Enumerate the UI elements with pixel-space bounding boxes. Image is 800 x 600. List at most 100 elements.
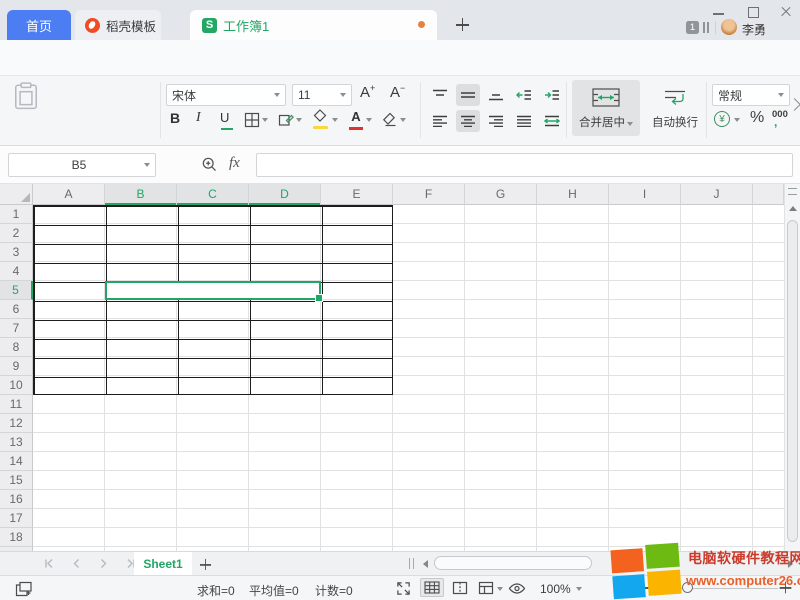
column-header-J[interactable]: J [681,184,753,205]
percent-style-button[interactable]: % [750,109,764,127]
zoom-slider-handle[interactable] [682,582,693,593]
font-size-select[interactable]: 11 [292,84,352,106]
minimize-button[interactable] [712,5,726,19]
row-header-6[interactable]: 6 [0,300,33,319]
column-header-G[interactable]: G [465,184,537,205]
doc-count-badge[interactable]: 1 [686,21,699,34]
row-header-18[interactable]: 18 [0,528,33,547]
scroll-right-icon[interactable] [788,560,793,568]
fill-color-caret-icon[interactable] [332,118,338,122]
column-header-C[interactable]: C [177,184,249,205]
column-header-E[interactable]: E [321,184,393,205]
formula-input[interactable] [256,153,793,177]
row-header-3[interactable]: 3 [0,243,33,262]
row-header-4[interactable]: 4 [0,262,33,281]
column-header-H[interactable]: H [537,184,609,205]
tab-workbook[interactable]: S 工作簿1 [190,10,437,40]
clear-format-icon[interactable] [382,112,398,127]
add-sheet-button[interactable] [200,559,211,570]
row-header-13[interactable]: 13 [0,433,33,452]
page-layout-view-icon[interactable] [478,581,495,596]
first-sheet-icon[interactable] [44,558,55,569]
avatar[interactable] [721,19,737,35]
close-button[interactable] [779,5,793,19]
maximize-button[interactable] [746,5,760,19]
column-header-I[interactable]: I [609,184,681,205]
zoom-caret-icon[interactable] [576,587,582,591]
italic-button[interactable]: I [196,110,201,126]
draw-border-caret-icon[interactable] [296,118,302,122]
hscroll-split-icon[interactable] [409,558,415,569]
row-header-7[interactable]: 7 [0,319,33,338]
normal-view-button[interactable] [420,578,444,597]
justify-button[interactable] [512,110,536,132]
user-name[interactable]: 李勇 [742,21,766,38]
currency-icon[interactable]: ¥ [714,111,730,127]
column-header-B[interactable]: B [105,184,177,205]
row-header-17[interactable]: 17 [0,509,33,528]
increase-indent-button[interactable] [540,84,564,106]
selection-merged-cell[interactable] [105,281,321,300]
row-header-14[interactable]: 14 [0,452,33,471]
row-header-12[interactable]: 12 [0,414,33,433]
next-sheet-icon[interactable] [98,558,109,569]
row-header-16[interactable]: 16 [0,490,33,509]
fill-color-icon[interactable] [312,109,329,129]
currency-caret-icon[interactable] [734,118,740,122]
align-top-button[interactable] [428,84,452,106]
eye-protection-icon[interactable] [508,582,525,597]
zoom-level[interactable]: 100% [540,582,571,596]
dock-panel-icon[interactable] [703,22,710,33]
decrease-indent-button[interactable] [512,84,536,106]
paste-icon[interactable] [14,82,40,112]
bordered-table[interactable] [33,205,393,395]
select-all-corner[interactable] [0,184,33,205]
decrease-font-button[interactable]: A− [390,83,405,101]
draw-border-icon[interactable] [278,112,294,128]
row-header-9[interactable]: 9 [0,357,33,376]
view-caret-icon[interactable] [497,587,503,591]
align-right-button[interactable] [484,110,508,132]
row-header-15[interactable]: 15 [0,471,33,490]
distribute-button[interactable] [540,110,564,132]
zoom-in-button[interactable] [780,582,792,594]
vertical-scrollbar[interactable] [784,184,800,551]
clear-format-caret-icon[interactable] [400,118,406,122]
underline-button[interactable]: U [220,110,234,130]
align-center-button[interactable] [456,110,480,132]
column-header-F[interactable]: F [393,184,465,205]
borders-caret-icon[interactable] [262,118,268,122]
row-header-10[interactable]: 10 [0,376,33,395]
zoom-slider-track[interactable] [652,588,778,589]
fx-icon[interactable]: fx [229,155,240,172]
tab-template[interactable]: 稻壳模板 [75,10,161,40]
macro-record-icon[interactable] [15,581,32,596]
font-color-caret-icon[interactable] [366,118,372,122]
zoom-out-button[interactable] [641,587,650,589]
borders-icon[interactable] [244,112,260,128]
spreadsheet-grid[interactable]: ABCDEFGHIJ 12345678910111213141516171819 [0,184,800,551]
merge-center-button[interactable]: 合并居中 [572,80,640,136]
font-name-select[interactable]: 宋体 [166,84,286,106]
number-format-select[interactable]: 常规 [712,84,790,106]
row-header-11[interactable]: 11 [0,395,33,414]
column-header-A[interactable]: A [33,184,105,205]
scroll-left-icon[interactable] [423,560,428,568]
row-header-1[interactable]: 1 [0,205,33,224]
prev-sheet-icon[interactable] [71,558,82,569]
tab-home[interactable]: 首页 [7,10,71,40]
split-handle-icon[interactable] [788,188,797,195]
bold-button[interactable]: B [170,110,180,126]
name-box[interactable]: B5 [8,153,156,177]
fill-handle[interactable] [315,294,323,302]
increase-font-button[interactable]: A+ [360,83,375,101]
align-bottom-button[interactable] [484,84,508,106]
wrap-text-button[interactable]: 自动换行 [644,80,706,136]
row-header-8[interactable]: 8 [0,338,33,357]
sheet-tab-sheet1[interactable]: Sheet1 [134,552,192,575]
page-break-view-icon[interactable] [452,581,469,596]
zoom-formula-icon[interactable] [201,156,218,173]
scroll-up-icon[interactable] [789,206,797,211]
column-header-D[interactable]: D [249,184,321,205]
comma-style-button[interactable]: 000 , [772,109,788,124]
